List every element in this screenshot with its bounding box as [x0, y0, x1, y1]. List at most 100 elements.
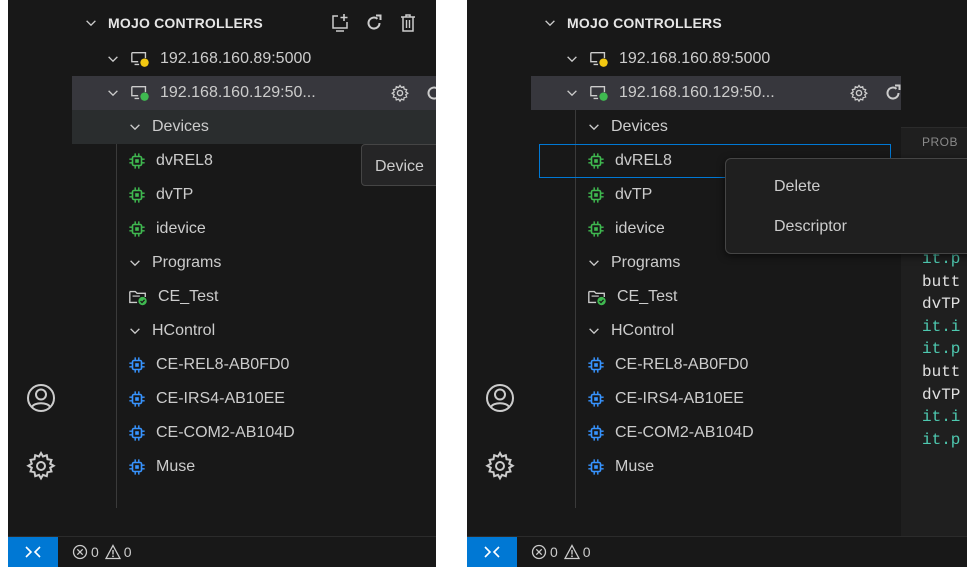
error-count: 0: [91, 544, 99, 560]
controller-label: 192.168.160.129:50...: [619, 84, 775, 101]
refresh-icon[interactable]: [364, 13, 384, 33]
mojo-controllers-tree: MOJO CONTROLLERS 192.168.160.89:5000 192…: [531, 0, 901, 536]
status-bar: 0 0: [467, 536, 967, 567]
remote-icon: [482, 542, 502, 562]
chip-icon: [128, 458, 146, 476]
group-hcontrol[interactable]: HControl: [531, 314, 901, 348]
account-icon[interactable]: [484, 382, 516, 414]
chevron-down-icon: [84, 16, 98, 30]
chevron-down-icon: [106, 52, 120, 66]
section-header[interactable]: MOJO CONTROLLERS: [72, 6, 436, 40]
chevron-down-icon: [128, 120, 142, 134]
remote-icon: [23, 542, 43, 562]
chip-icon: [587, 186, 605, 204]
chevron-down-icon: [128, 256, 142, 270]
device-label: idevice: [615, 220, 665, 237]
code-line: it.i: [922, 408, 961, 427]
chip-icon: [587, 152, 605, 170]
controller-item-selected[interactable]: 192.168.160.129:50...: [531, 76, 901, 110]
hcontrol-item[interactable]: CE-COM2-AB104D: [531, 416, 901, 450]
panel-label[interactable]: PROB: [922, 135, 958, 149]
program-label: CE_Test: [158, 288, 219, 305]
group-hcontrol[interactable]: HControl: [72, 314, 436, 348]
group-devices[interactable]: Devices: [72, 110, 436, 144]
menu-item-delete[interactable]: Delete: [774, 178, 820, 196]
chip-icon: [128, 356, 146, 374]
manage-gear-icon[interactable]: [25, 450, 57, 482]
chip-icon: [128, 152, 146, 170]
device-label: idevice: [156, 220, 206, 237]
gear-icon[interactable]: [849, 83, 869, 103]
hcontrol-item[interactable]: Muse: [531, 450, 901, 484]
chip-icon: [128, 186, 146, 204]
hcontrol-item[interactable]: Muse: [72, 450, 436, 484]
monitor-online-icon: [589, 83, 609, 103]
group-devices[interactable]: Devices: [531, 110, 901, 144]
chevron-down-icon: [587, 120, 601, 134]
warning-icon: [564, 544, 580, 560]
device-item[interactable]: idevice: [72, 212, 436, 246]
controller-item-selected[interactable]: 192.168.160.129:50...: [72, 76, 436, 110]
error-icon: [531, 544, 547, 560]
code-line: butt: [922, 272, 961, 291]
status-bar: 0 0: [8, 536, 436, 567]
problems-status[interactable]: 0 0: [72, 544, 132, 560]
right-panel: PROB it.p butt dvTP it.i it.p butt dvTP …: [467, 0, 967, 567]
group-label: Devices: [152, 118, 209, 135]
refresh-icon[interactable]: [883, 83, 903, 103]
warning-count: 0: [123, 544, 132, 560]
chevron-down-icon: [565, 52, 579, 66]
program-item[interactable]: CE_Test: [72, 280, 436, 314]
monitor-warning-icon: [589, 49, 609, 69]
chevron-down-icon: [565, 86, 579, 100]
chevron-down-icon: [128, 324, 142, 338]
hcontrol-label: CE-COM2-AB104D: [156, 424, 295, 441]
menu-item-descriptor[interactable]: Descriptor: [774, 218, 847, 236]
mojo-controllers-tree: MOJO CONTROLLERS 192.168.160.89:5000 192…: [72, 0, 436, 536]
hcontrol-item[interactable]: CE-REL8-AB0FD0: [531, 348, 901, 382]
chip-icon: [587, 356, 605, 374]
section-title: MOJO CONTROLLERS: [108, 15, 263, 31]
device-label: dvTP: [615, 186, 653, 203]
chip-icon: [128, 390, 146, 408]
hcontrol-label: Muse: [156, 458, 196, 475]
manage-gear-icon[interactable]: [484, 450, 516, 482]
remote-button[interactable]: [467, 536, 517, 567]
error-count: 0: [550, 544, 558, 560]
program-item[interactable]: CE_Test: [531, 280, 901, 314]
remote-button[interactable]: [8, 536, 58, 567]
hcontrol-item[interactable]: CE-IRS4-AB10EE: [531, 382, 901, 416]
problems-status[interactable]: 0 0: [531, 544, 591, 560]
gear-icon[interactable]: [390, 83, 410, 103]
refresh-icon[interactable]: [424, 83, 436, 103]
add-controller-icon[interactable]: [330, 13, 350, 33]
hcontrol-item[interactable]: CE-IRS4-AB10EE: [72, 382, 436, 416]
controller-item[interactable]: 192.168.160.89:5000: [72, 42, 436, 76]
group-label: Programs: [611, 254, 681, 271]
chip-icon: [587, 390, 605, 408]
activity-bar: [467, 0, 531, 536]
device-label: dvREL8: [615, 152, 672, 169]
hcontrol-label: Muse: [615, 458, 655, 475]
chip-icon: [587, 424, 605, 442]
hcontrol-item[interactable]: CE-COM2-AB104D: [72, 416, 436, 450]
group-label: HControl: [611, 322, 675, 339]
hcontrol-item[interactable]: CE-REL8-AB0FD0: [72, 348, 436, 382]
controller-item[interactable]: 192.168.160.89:5000: [531, 42, 901, 76]
monitor-online-icon: [130, 83, 150, 103]
group-label: HControl: [152, 322, 216, 339]
code-line: it.i: [922, 317, 961, 336]
chevron-down-icon: [587, 256, 601, 270]
hcontrol-label: CE-COM2-AB104D: [615, 424, 754, 441]
section-header[interactable]: MOJO CONTROLLERS: [531, 6, 901, 40]
chevron-down-icon: [587, 324, 601, 338]
group-programs[interactable]: Programs: [72, 246, 436, 280]
monitor-warning-icon: [130, 49, 150, 69]
editor-area: PROB it.p butt dvTP it.i it.p butt dvTP …: [899, 0, 967, 536]
code-view[interactable]: it.p butt dvTP it.i it.p butt dvTP it.i …: [922, 248, 960, 451]
code-line: it.p: [922, 340, 961, 359]
left-panel: MOJO CONTROLLERS 192.168.160.89:5000 192…: [8, 0, 436, 567]
account-icon[interactable]: [25, 382, 57, 414]
editor-header: [900, 0, 967, 128]
trash-icon[interactable]: [398, 13, 418, 33]
